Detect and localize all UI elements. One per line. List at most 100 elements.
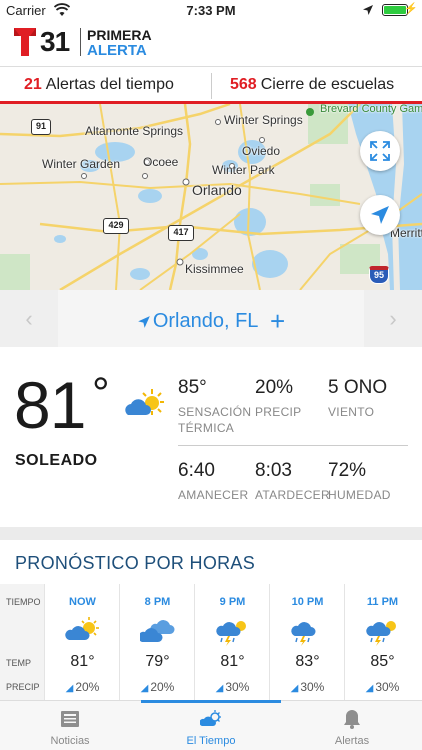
expand-map-button[interactable] — [360, 131, 400, 171]
news-icon — [61, 711, 79, 727]
feels-like-label: SENSACIÓN TÉRMICA — [178, 405, 252, 435]
logo-divider — [80, 28, 81, 56]
precip-stat: 20% PRECIP — [255, 377, 301, 420]
weather-alerts-link[interactable]: 21 Alertas del tiempo — [24, 76, 174, 94]
hour-temp: 81° — [220, 653, 245, 670]
hour-time: 11 PM — [366, 596, 399, 608]
hour-time: 9 PM — [219, 596, 246, 608]
thunderstorm-sun-icon — [366, 621, 396, 646]
hourly-item[interactable]: 10 PM 83° ◢ 30% — [269, 584, 344, 700]
tab-label: Noticias — [50, 735, 90, 747]
humidity-value: 72% — [328, 460, 367, 481]
map-label-oviedo: Oviedo — [242, 144, 281, 158]
hour-precip-value: 30% — [300, 680, 325, 694]
sunrise-stat: 6:40 AMANECER — [178, 460, 248, 503]
wind-label: VIENTO — [328, 405, 375, 419]
prev-location-button[interactable]: ‹ — [0, 290, 58, 347]
location-services-icon — [363, 5, 373, 15]
partly-sunny-icon — [125, 389, 164, 415]
map-label-kissimmee: Kissimmee — [185, 262, 244, 276]
charging-icon: ⚡ — [404, 3, 418, 15]
map-label-altamonte-springs: Altamonte Springs — [85, 124, 184, 138]
row-label-precip: PRECIP — [6, 682, 40, 692]
cloudy-icon — [140, 620, 175, 642]
hour-precip: ◢ 30% — [270, 680, 345, 694]
sunrise-label: AMANECER — [178, 488, 249, 502]
tab-alertas[interactable]: Alertas — [282, 701, 422, 750]
sunset-stat: 8:03 ATARDECER — [255, 460, 330, 503]
map-label-ocoee: Ocoee — [143, 155, 179, 169]
hourly-item[interactable]: 8 PM 79° ◢ 20% — [119, 584, 194, 700]
school-closings-count: 568 — [230, 76, 257, 93]
hourly-item[interactable]: NOW 81° ◢ 20% — [44, 584, 119, 700]
route-shield-95: 95 — [369, 266, 389, 284]
logo-channel-number: 31 — [40, 26, 70, 57]
hour-precip-value: 30% — [375, 680, 400, 694]
hour-precip: ◢ 20% — [45, 680, 120, 694]
hour-precip-value: 30% — [225, 680, 250, 694]
tab-noticias[interactable]: Noticias — [0, 701, 140, 750]
humidity-stat: 72% HUMEDAD — [328, 460, 391, 503]
tab-bar: Noticias El Tiempo Alertas — [0, 700, 422, 750]
weather-alerts-label: Alertas del tiempo — [45, 76, 174, 93]
raindrop-icon: ◢ — [140, 683, 149, 694]
hourly-row-labels: TIEMPO TEMP PRECIP — [0, 584, 44, 700]
partly-sunny-icon — [65, 617, 99, 640]
current-temperature: 81 — [14, 368, 86, 442]
hour-precip: ◢ 30% — [345, 680, 420, 694]
logo-alerta: ALERTA — [87, 42, 147, 59]
stats-divider — [178, 445, 408, 446]
hour-temp: 83° — [295, 653, 320, 670]
school-closings-label: Cierre de escuelas — [260, 76, 395, 93]
sunset-label: ATARDECER — [255, 488, 330, 502]
locate-me-button[interactable] — [360, 195, 400, 235]
next-location-button[interactable]: › — [364, 290, 422, 347]
hourly-forecast: PRONÓSTICO POR HORAS TIEMPO TEMP PRECIP … — [0, 540, 422, 700]
hourly-forecast-title: PRONÓSTICO POR HORAS — [15, 553, 256, 573]
feels-like-stat: 85° SENSACIÓN TÉRMICA — [178, 377, 253, 436]
hourly-item[interactable]: 9 PM 81° ◢ 30% — [194, 584, 269, 700]
hour-precip: ◢ 30% — [195, 680, 270, 694]
raindrop-icon: ◢ — [290, 683, 299, 694]
hour-precip: ◢ 20% — [120, 680, 195, 694]
condition-text: SOLEADO — [15, 452, 98, 469]
hourly-item[interactable]: 11 PM 85° ◢ 30% — [344, 584, 422, 700]
weather-icon — [200, 710, 221, 726]
precip-value: 20% — [255, 377, 294, 398]
telemundo-logo-icon — [14, 28, 36, 56]
location-name-button[interactable]: Orlando, FL + — [60, 306, 362, 337]
radar-map[interactable]: Brevard County Game Refuge Altamonte Spr… — [0, 104, 422, 290]
wind-value: 5 ONO — [328, 377, 388, 398]
row-label-time: TIEMPO — [6, 597, 41, 607]
location-selector: ‹ Orlando, FL + › — [0, 290, 422, 347]
status-bar: Carrier 7:33 PM ⚡ — [0, 0, 422, 22]
thunderstorm-icon — [291, 622, 316, 646]
row-label-temp: TEMP — [6, 658, 32, 668]
map-label-game-refuge: Brevard County Game Refuge — [320, 104, 422, 115]
weather-alerts-count: 21 — [24, 76, 42, 93]
alerts-divider — [211, 73, 212, 99]
tab-label: El Tiempo — [186, 735, 236, 747]
hour-time: 10 PM — [291, 596, 324, 608]
feels-like-value: 85° — [178, 377, 207, 398]
location-name: Orlando, FL — [152, 310, 259, 332]
humidity-label: HUMEDAD — [328, 488, 391, 502]
school-closings-link[interactable]: 568 Cierre de escuelas — [230, 76, 394, 94]
logo-primera: PRIMERA — [87, 27, 152, 43]
location-arrow-icon — [137, 315, 150, 328]
thunderstorm-sun-icon — [216, 621, 246, 646]
map-label-winter-garden: Winter Garden — [42, 157, 121, 171]
hour-time: NOW — [69, 596, 96, 608]
chevron-left-icon: ‹ — [25, 306, 33, 331]
bell-icon — [344, 710, 360, 729]
tab-el-tiempo[interactable]: El Tiempo — [141, 701, 281, 750]
map-label-orlando: Orlando — [192, 182, 242, 198]
app-header: 31 PRIMERA ALERTA — [0, 22, 422, 66]
route-shield-91: 91 — [31, 119, 51, 135]
hour-temp: 81° — [70, 653, 95, 670]
add-location-button[interactable]: + — [270, 306, 285, 336]
expand-icon — [370, 141, 390, 161]
hour-precip-value: 20% — [150, 680, 175, 694]
wind-stat: 5 ONO VIENTO — [328, 377, 387, 420]
raindrop-icon: ◢ — [365, 683, 374, 694]
